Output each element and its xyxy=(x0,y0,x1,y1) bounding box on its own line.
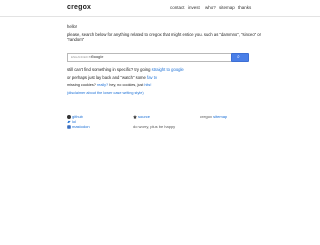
source-icon xyxy=(133,114,137,119)
search-icon: ⌕ xyxy=(237,54,240,60)
footer-brand: cregox xyxy=(200,114,213,119)
top-nav: contact invest who? sitemap thanks xyxy=(0,5,320,15)
still-line: still can't find something in specific? … xyxy=(67,67,184,72)
no-cookies-text: hey, no cookies, just xyxy=(109,83,144,87)
cookies-line: missing cookies? really? hey, no cookies… xyxy=(67,83,151,88)
footer-mastodon[interactable]: mastodon xyxy=(67,124,90,129)
relax-text: or perhaps just lay back and "watch" som… xyxy=(67,75,146,80)
footer-middle: source do worry, plus be happy xyxy=(133,114,175,129)
google-brand: Google xyxy=(91,54,104,59)
really-link[interactable]: really? xyxy=(97,83,108,87)
search-placeholder: ENHANCED BY xyxy=(71,55,93,59)
hits-link[interactable]: hits! xyxy=(144,83,151,87)
google-link[interactable]: straight to google xyxy=(152,67,184,72)
site-header: cregox contact invest who? sitemap thank… xyxy=(0,0,320,17)
search-input[interactable]: ENHANCED BY Google xyxy=(67,53,237,62)
twitter-icon xyxy=(67,120,71,124)
nav-contact[interactable]: contact xyxy=(170,5,185,10)
footer-sitemap-link[interactable]: sitemap xyxy=(213,114,227,119)
footer-left: github lol mastodon xyxy=(67,114,90,129)
fav-tv-link[interactable]: fav tv xyxy=(147,75,157,80)
nav-invest[interactable]: invest xyxy=(188,5,200,10)
greeting: hello! xyxy=(67,24,78,29)
relax-line: or perhaps just lay back and "watch" som… xyxy=(67,75,157,80)
footer-source[interactable]: source xyxy=(133,114,175,119)
github-icon xyxy=(67,114,71,119)
still-text: still can't find something in specific? … xyxy=(67,67,151,72)
nav-sitemap[interactable]: sitemap xyxy=(219,5,235,10)
footer-tagline: do worry, plus be happy xyxy=(133,124,176,129)
missing-cookies-text: missing cookies? xyxy=(67,83,96,87)
nav-who[interactable]: who? xyxy=(205,5,216,10)
intro-text-1: please, search below for anything relate… xyxy=(67,32,262,37)
intro-text-2: "random" xyxy=(67,37,85,42)
search-button[interactable]: ⌕ xyxy=(231,53,249,62)
disclaimer-link[interactable]: (disclaimer about the lower case writing… xyxy=(67,91,144,96)
footer-right: cregox sitemap xyxy=(200,114,227,119)
nav-thanks[interactable]: thanks xyxy=(238,5,251,10)
mastodon-icon xyxy=(67,124,71,129)
footer-sitemap-line: cregox sitemap xyxy=(200,114,227,119)
